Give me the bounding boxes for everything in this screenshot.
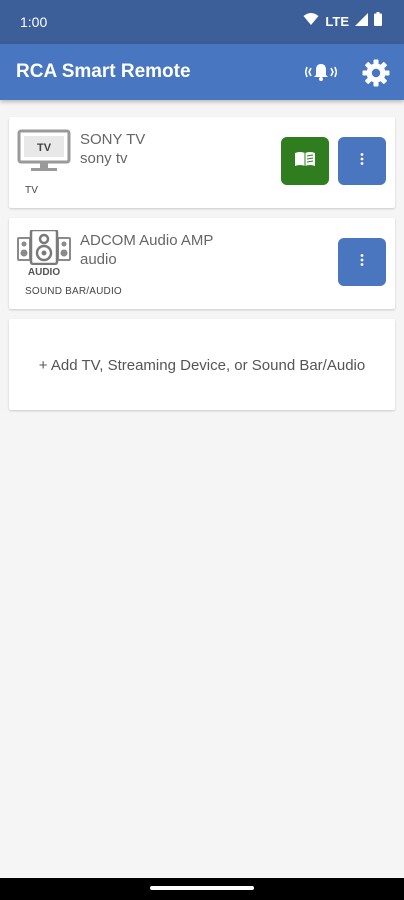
device-type: TV (25, 185, 39, 196)
device-name: SONY TV (80, 131, 146, 148)
app-bar: RCA Smart Remote (0, 44, 404, 100)
more-vert-icon (360, 152, 364, 170)
device-subname: audio (80, 251, 117, 268)
gear-icon[interactable] (360, 57, 392, 89)
speaker-icon-label: AUDIO (28, 267, 60, 276)
book-icon (294, 151, 316, 172)
battery-icon (374, 12, 382, 31)
app-title: RCA Smart Remote (16, 61, 191, 82)
more-options-button[interactable] (338, 137, 386, 185)
speaker-icon: AUDIO (17, 228, 71, 278)
status-icons: LTE (303, 12, 382, 31)
device-card-audio[interactable]: AUDIO ADCOM Audio AMP audio SOUND BAR/AU… (9, 218, 395, 309)
home-gesture-handle[interactable] (150, 886, 254, 890)
more-options-button[interactable] (338, 238, 386, 286)
signal-icon (355, 12, 368, 31)
device-card-tv[interactable]: TV SONY TV sony tv TV (9, 117, 395, 208)
tv-icon: TV (17, 129, 71, 173)
wifi-icon (303, 12, 319, 31)
device-type: SOUND BAR/AUDIO (25, 286, 122, 297)
device-subname: sony tv (80, 150, 128, 167)
more-vert-icon (360, 253, 364, 271)
network-type: LTE (325, 14, 349, 29)
device-name: ADCOM Audio AMP (80, 232, 214, 249)
status-bar: 1:00 LTE (0, 0, 404, 44)
add-device-label: + Add TV, Streaming Device, or Sound Bar… (38, 357, 366, 374)
status-time: 1:00 (20, 14, 48, 30)
vibrating-bell-icon[interactable] (302, 58, 340, 86)
navigation-bar (0, 878, 404, 900)
add-device-button[interactable]: + Add TV, Streaming Device, or Sound Bar… (9, 319, 395, 410)
guide-button[interactable] (281, 137, 329, 185)
tv-icon-label: TV (37, 142, 52, 154)
